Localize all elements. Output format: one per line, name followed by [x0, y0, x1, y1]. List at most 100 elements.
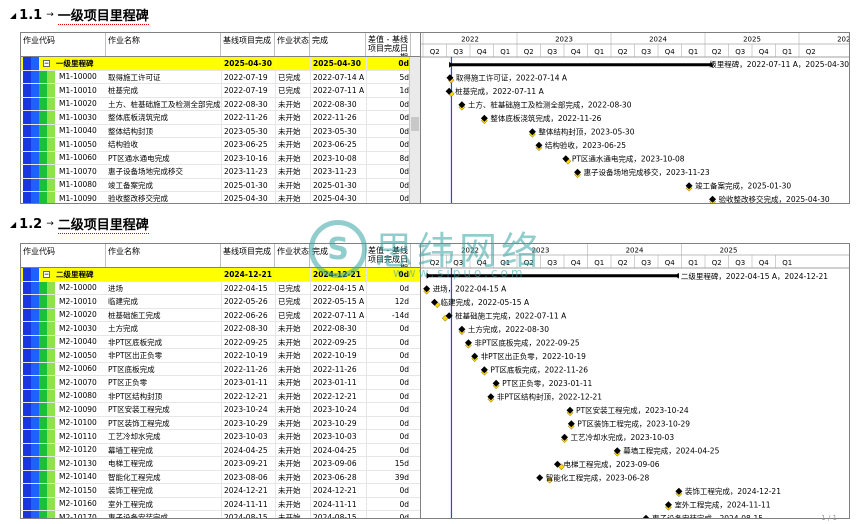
- quarter-label: Q2: [430, 259, 440, 267]
- table-row[interactable]: M2-10120 幕墙工程完成 2024-04-25 未开始 2024-04-2…: [21, 443, 420, 457]
- cell-baseline: 2022-07-19: [221, 84, 275, 97]
- quarter-label: Q3: [547, 259, 557, 267]
- collapse-triangle-icon[interactable]: ◢: [10, 220, 16, 229]
- quarter-label: Q1: [782, 259, 792, 267]
- table-row[interactable]: M2-10040 非PT区底板完成 2022-09-25 未开始 2022-09…: [21, 335, 420, 349]
- milestone-label: 桩基础施工完成，2022-07-11 A: [455, 310, 567, 320]
- cell-deviation: 0d: [366, 97, 411, 110]
- table-row[interactable]: M2-10090 PT区安装工程完成 2023-10-24 未开始 2023-1…: [21, 403, 420, 417]
- table-row[interactable]: M1-10070 惠子设备场地完成移交 2023-11-23 未开始 2023-…: [21, 165, 420, 179]
- gantt-chart[interactable]: Q2 Q3 Q4 Q1 Q2 Q3 Q4 Q1 Q2 Q3 Q4 Q1 Q2 Q3 Q4 Q1 2022 2023…: [421, 244, 849, 518]
- col-header-status[interactable]: 作业状态: [275, 244, 310, 267]
- vertical-scrollbar[interactable]: [409, 57, 420, 203]
- cell-baseline: 2024-04-25: [221, 443, 275, 456]
- cell-deviation: 0d: [366, 165, 411, 178]
- table-row[interactable]: M2-10060 PT区底板完成 2022-11-26 未开始 2022-11-…: [21, 362, 420, 376]
- milestone-label: 装饰工程完成，2024-12-21: [685, 486, 781, 496]
- cell-finish: 2023-05-30: [310, 124, 366, 137]
- summary-bar-start-cap: [426, 272, 431, 279]
- cell-finish: 2023-01-11: [310, 376, 366, 389]
- table-row[interactable]: M1-10020 土方、桩基础施工及检测全部完成 2022-08-30 未开始 …: [21, 97, 420, 111]
- table-row[interactable]: M2-10080 非PT区结构封顶 2022-12-21 未开始 2022-12…: [21, 389, 420, 403]
- cell-baseline: 2022-10-19: [221, 349, 275, 362]
- cell-finish: 2022-07-14 A: [310, 70, 366, 83]
- table-row[interactable]: M2-10030 土方完成 2022-08-30 未开始 2022-08-30 …: [21, 322, 420, 336]
- table-row[interactable]: M1-10080 竣工备案完成 2025-01-30 未开始 2025-01-3…: [21, 178, 420, 192]
- scrollbar-thumb[interactable]: [411, 117, 419, 131]
- year-label: 2025: [743, 36, 761, 44]
- cell-code: M1-10080: [59, 180, 97, 189]
- table-row[interactable]: M1-10030 整体底板浇筑完成 2022-11-26 未开始 2022-11…: [21, 111, 420, 125]
- cell-deviation: 0d: [366, 484, 411, 497]
- collapse-toggle-icon[interactable]: −: [43, 59, 50, 67]
- milestone-label: 电梯工程完成，2023-09-06: [563, 459, 659, 469]
- col-header-name[interactable]: 作业名称: [106, 33, 221, 56]
- quarter-label: Q4: [665, 48, 676, 56]
- col-header-code[interactable]: 作业代码: [21, 33, 106, 56]
- table-row[interactable]: M2-10000 进场 2022-04-15 已完成 2022-04-15 A …: [21, 281, 420, 295]
- group-row[interactable]: − 一级里程碑 2025-04-30 2025-04-30 0d: [21, 57, 420, 71]
- cell-finish: 2022-09-25: [310, 335, 366, 348]
- table-row[interactable]: M2-10020 桩基础施工完成 2022-06-26 已完成 2022-07-…: [21, 308, 420, 322]
- col-header-baseline[interactable]: 基线项目完成: [221, 244, 275, 267]
- table-row[interactable]: M2-10070 PT区正负零 2023-01-11 未开始 2023-01-1…: [21, 376, 420, 390]
- table-row[interactable]: M2-10110 工艺冷却水完成 2023-10-03 未开始 2023-10-…: [21, 430, 420, 444]
- cell-code: M1-10090: [59, 193, 97, 203]
- milestone-label: 桩基完成，2022-07-11 A: [455, 86, 544, 96]
- gantt-chart[interactable]: Q2 Q3 Q4 Q1 Q2 Q3 Q4 Q1 Q2 Q3 Q4 Q1 Q2 Q3 Q4 Q1 Q2 2022 20…: [421, 33, 849, 203]
- milestone-label: PT区通水通电完成，2023-10-08: [572, 153, 685, 163]
- cell-code: M2-10010: [59, 296, 97, 306]
- cell-name: 电梯工程完成: [108, 459, 153, 468]
- cell-code: M2-10030: [59, 323, 97, 333]
- table-row[interactable]: M2-10050 非PT区出正负零 2022-10-19 未开始 2022-10…: [21, 349, 420, 363]
- cell-status: 未开始: [275, 124, 310, 137]
- cell-status: 未开始: [275, 376, 310, 389]
- table-row[interactable]: M2-10150 装饰工程完成 2024-12-21 未开始 2024-12-2…: [21, 484, 420, 498]
- table-row[interactable]: M1-10010 桩基完成 2022-07-19 已完成 2022-07-11 …: [21, 84, 420, 98]
- cell-deviation: 1d: [366, 84, 411, 97]
- cell-finish: 2025-04-30: [310, 57, 366, 70]
- group-row[interactable]: − 二级里程碑 2024-12-21 2024-12-21 0d: [21, 268, 420, 282]
- table-row[interactable]: M1-10090 验收整改移交完成 2025-04-30 未开始 2025-04…: [21, 192, 420, 203]
- quarter-label: Q4: [759, 259, 770, 267]
- collapse-toggle-icon[interactable]: −: [43, 270, 50, 278]
- cell-name: 工艺冷却水完成: [108, 432, 161, 441]
- cell-status: 已完成: [275, 308, 310, 321]
- table-row[interactable]: M2-10100 PT区装饰工程完成 2023-10-29 未开始 2023-1…: [21, 416, 420, 430]
- table-row[interactable]: M2-10010 临建完成 2022-05-26 已完成 2022-05-15 …: [21, 295, 420, 309]
- cell-finish: 2023-10-03: [310, 430, 366, 443]
- col-header-finish[interactable]: 完成: [310, 33, 366, 56]
- col-header-deviation[interactable]: 差值 - 基线项目完成日期: [366, 244, 411, 267]
- cell-baseline: 2022-08-30: [221, 97, 275, 110]
- cell-deviation: 0d: [366, 335, 411, 348]
- table-row[interactable]: M1-10060 PT区通水通电完成 2023-10-16 未开始 2023-1…: [21, 151, 420, 165]
- col-header-status[interactable]: 作业状态: [275, 33, 310, 56]
- cell-deviation: 0d: [366, 376, 411, 389]
- cell-deviation: 15d: [366, 457, 411, 470]
- table-row[interactable]: M2-10160 室外工程完成 2024-11-11 未开始 2024-11-1…: [21, 497, 420, 511]
- table-row[interactable]: M2-10170 惠子设备安装完成 2024-08-15 未开始 2024-08…: [21, 511, 420, 518]
- quarter-label: Q3: [641, 48, 651, 56]
- milestone-label: PT区安装工程完成，2023-10-24: [576, 405, 689, 415]
- table-row[interactable]: M1-10040 整体结构封顶 2023-05-30 未开始 2023-05-3…: [21, 124, 420, 138]
- milestone-diamond-icon: [642, 514, 650, 518]
- table-row[interactable]: M2-10130 电梯工程完成 2023-09-21 未开始 2023-09-0…: [21, 457, 420, 471]
- cell-deviation: 0d: [366, 349, 411, 362]
- cell-code: M2-10170: [59, 512, 97, 519]
- col-header-deviation[interactable]: 差值 - 基线项目完成日期: [366, 33, 411, 56]
- col-header-name[interactable]: 作业名称: [106, 244, 221, 267]
- cell-name: 惠子设备场地完成移交: [108, 167, 183, 176]
- cell-name: 智能化工程完成: [108, 472, 161, 482]
- cell-status: 未开始: [275, 389, 310, 402]
- col-header-baseline[interactable]: 基线项目完成: [221, 33, 275, 56]
- milestone-label: 幕墙工程完成，2024-04-25: [623, 445, 719, 455]
- quarter-label: Q1: [782, 48, 792, 56]
- col-header-finish[interactable]: 完成: [310, 244, 366, 267]
- collapse-triangle-icon[interactable]: ◢: [10, 11, 16, 20]
- table-row[interactable]: M1-10050 结构验收 2023-06-25 未开始 2023-06-25 …: [21, 138, 420, 152]
- quarter-label: Q4: [477, 259, 488, 267]
- table-row[interactable]: M1-10000 取得施工许可证 2022-07-19 已完成 2022-07-…: [21, 70, 420, 84]
- col-header-code[interactable]: 作业代码: [21, 244, 106, 267]
- table-row[interactable]: M2-10140 智能化工程完成 2023-08-06 未开始 2023-06-…: [21, 470, 420, 484]
- year-label: 2025: [720, 247, 738, 255]
